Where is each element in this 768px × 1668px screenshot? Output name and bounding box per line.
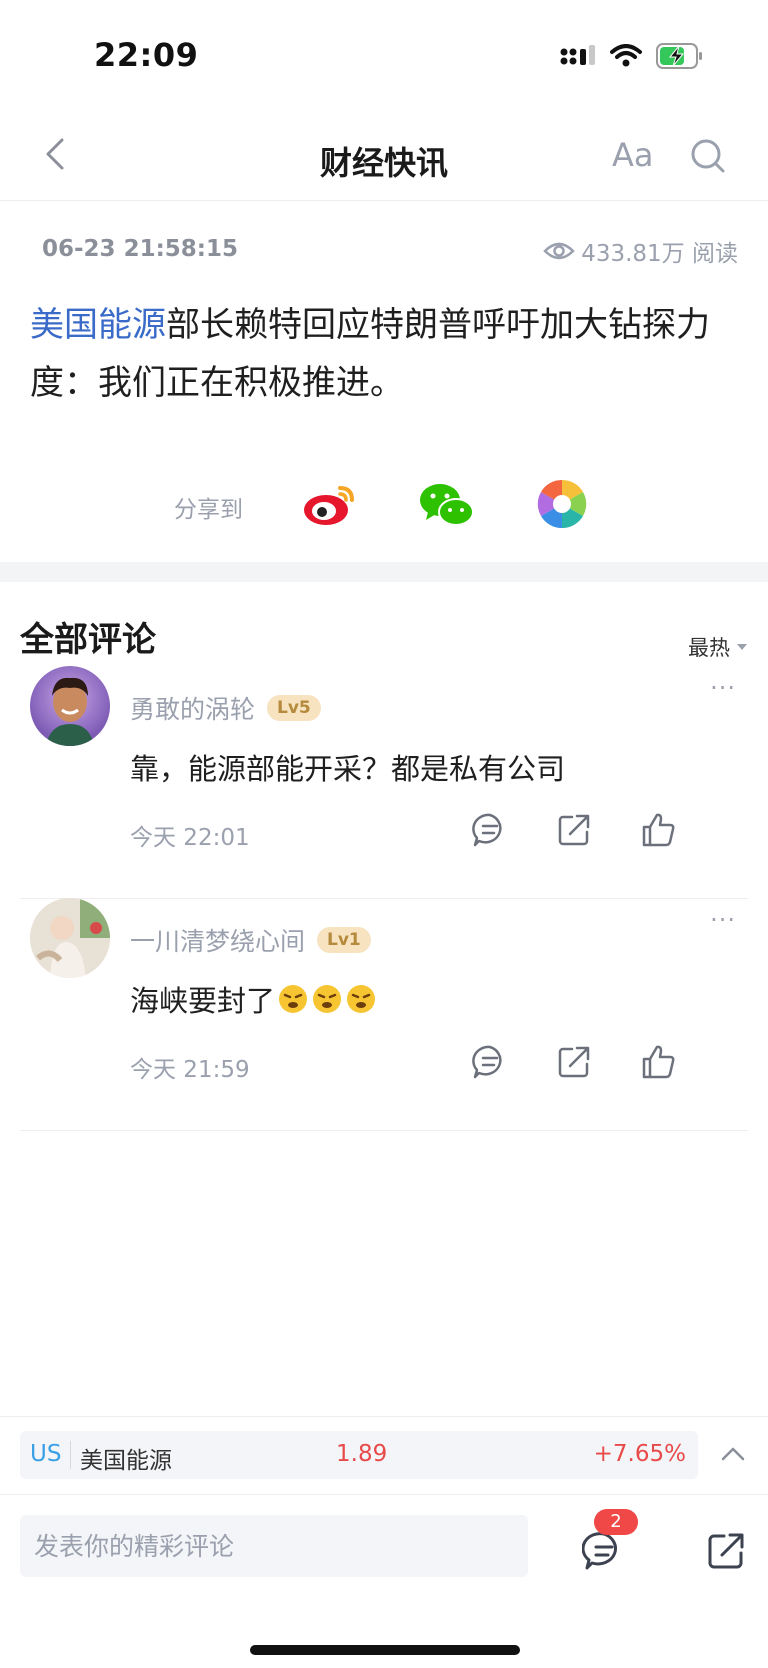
avatar[interactable] — [30, 898, 110, 978]
stock-market: US — [30, 1441, 62, 1467]
like-icon[interactable] — [638, 1042, 678, 1082]
stock-link[interactable]: 美国能源 — [30, 305, 166, 345]
stock-price: 1.89 — [336, 1441, 388, 1467]
cellular-signal-icon — [560, 45, 595, 65]
comments-title: 全部评论 — [20, 620, 156, 660]
avatar-photo-icon — [30, 898, 110, 978]
share-row: 分享到 — [0, 470, 768, 540]
eye-icon — [543, 242, 575, 260]
home-indicator — [250, 1645, 520, 1655]
comment-time: 今天 22:01 — [130, 825, 250, 851]
level-badge: Lv5 — [267, 695, 321, 721]
wifi-icon — [610, 44, 642, 67]
comment-count-badge: 2 — [594, 1509, 638, 1535]
weibo-icon[interactable] — [302, 480, 360, 528]
stock-name: 美国能源 — [80, 1448, 172, 1474]
more-options-icon[interactable]: ··· — [710, 674, 736, 702]
emoji-icon — [347, 985, 376, 1013]
headline: 美国能源部长赖特回应特朗普呼吁加大钻探力度：我们正在积极推进。 — [30, 296, 742, 412]
comments-icon[interactable] — [582, 1529, 626, 1573]
comment-item: 一川清梦绕心间 Lv1 ··· 海峡要封了 今天 21:59 — [20, 898, 748, 1131]
article-timestamp: 06-23 21:58:15 — [42, 236, 238, 262]
comment-user: 勇敢的涡轮 Lv5 — [130, 690, 321, 726]
username[interactable]: 一川清梦绕心间 — [130, 922, 305, 958]
wechat-icon[interactable] — [418, 480, 476, 530]
comment-time: 今天 21:59 — [130, 1057, 250, 1083]
status-icons — [560, 40, 704, 72]
comment-text: 海峡要封了 — [130, 984, 276, 1018]
caret-down-icon — [737, 644, 747, 650]
sort-label: 最热 — [688, 636, 730, 660]
level-badge: Lv1 — [317, 927, 371, 953]
nav-bar: 财经快讯 Aa — [0, 110, 768, 201]
avatar[interactable] — [30, 666, 110, 746]
share-label: 分享到 — [174, 497, 243, 523]
stock-change: +7.65% — [593, 1441, 686, 1467]
font-size-button[interactable]: Aa — [612, 136, 654, 174]
divider — [70, 1441, 71, 1469]
comment-item: 勇敢的涡轮 Lv5 ··· 靠，能源部能开采？都是私有公司 今天 22:01 — [20, 666, 748, 899]
search-icon[interactable] — [688, 136, 728, 176]
share-icon[interactable] — [704, 1529, 748, 1573]
like-icon[interactable] — [638, 810, 678, 850]
stock-ticker[interactable]: US 美国能源 1.89 +7.65% — [20, 1431, 698, 1479]
section-divider — [0, 562, 768, 582]
status-time: 22:09 — [94, 36, 199, 74]
moments-icon[interactable] — [536, 478, 588, 530]
comment-user: 一川清梦绕心间 Lv1 — [130, 922, 371, 958]
comment-input[interactable] — [20, 1515, 528, 1577]
bottom-bar: 2 — [0, 1494, 768, 1668]
username[interactable]: 勇敢的涡轮 — [130, 690, 255, 726]
reply-icon[interactable] — [470, 1042, 510, 1082]
share-icon[interactable] — [554, 810, 594, 850]
comment-text-row: 海峡要封了 — [130, 978, 377, 1020]
emoji-icon — [313, 985, 342, 1013]
sort-dropdown[interactable]: 最热 — [688, 632, 748, 662]
share-icon[interactable] — [554, 1042, 594, 1082]
stock-bar: US 美国能源 1.89 +7.65% — [0, 1416, 768, 1495]
view-count-text: 433.81万 阅读 — [581, 241, 738, 267]
chevron-up-icon[interactable] — [718, 1439, 748, 1469]
view-count: 433.81万 阅读 — [543, 234, 738, 268]
reply-icon[interactable] — [470, 810, 510, 850]
avatar-portrait-icon — [46, 677, 94, 746]
emoji-icon — [279, 985, 308, 1013]
more-options-icon[interactable]: ··· — [710, 906, 736, 934]
battery-charging-icon — [656, 43, 702, 69]
comment-text: 靠，能源部能开采？都是私有公司 — [130, 752, 566, 786]
